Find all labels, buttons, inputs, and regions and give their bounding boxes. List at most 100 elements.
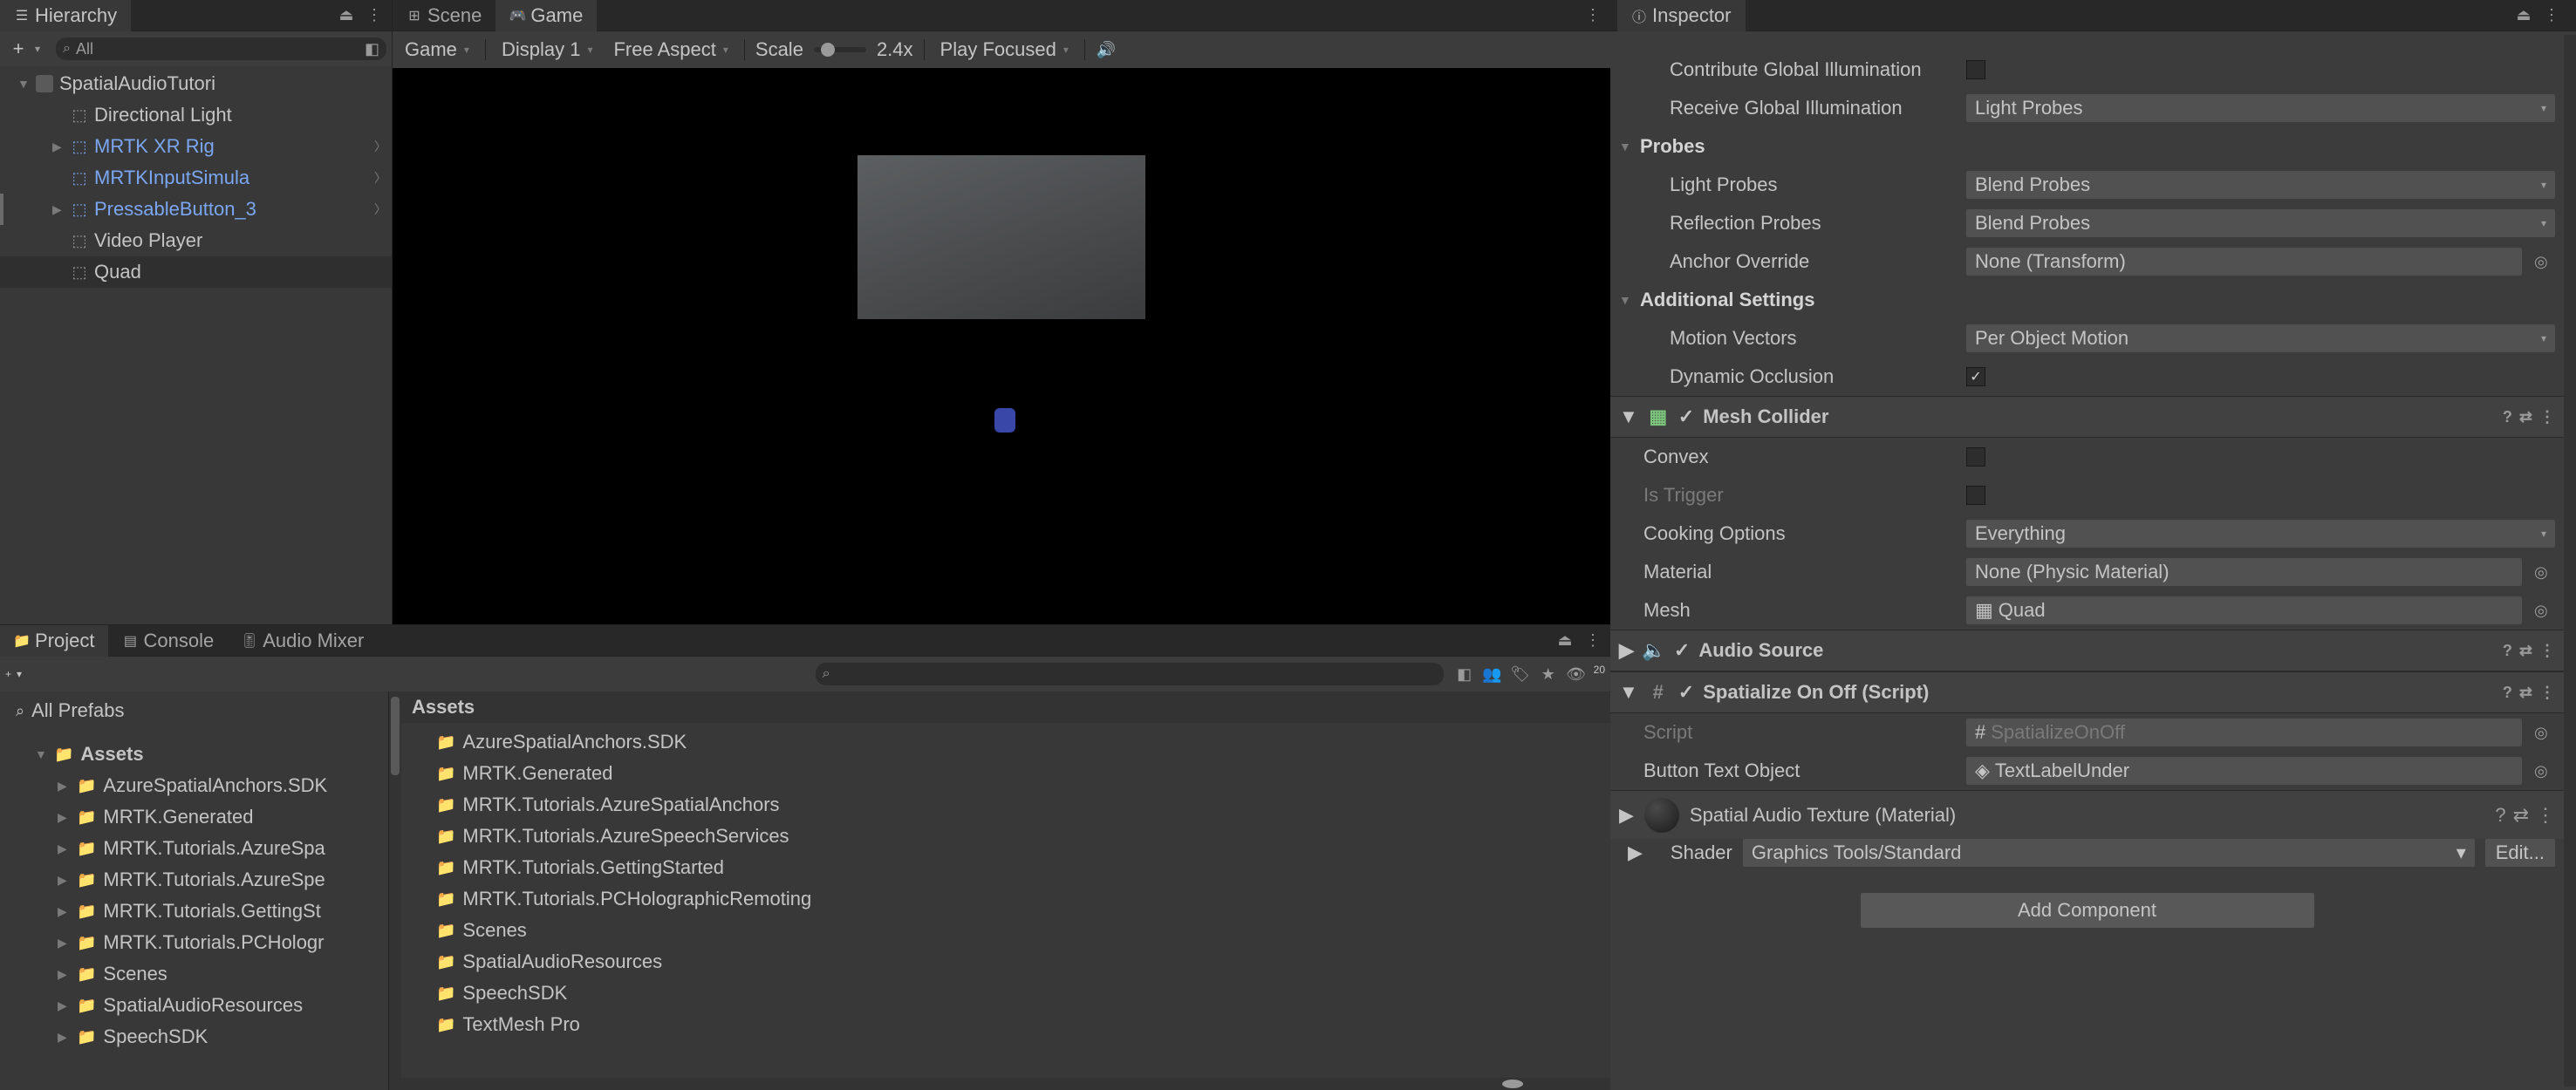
preset-icon[interactable]: ⇄ <box>2519 642 2532 660</box>
project-content[interactable]: Assets 📁AzureSpatialAnchors.SDK📁MRTK.Gen… <box>401 691 1610 1090</box>
add-dropdown[interactable]: ▾ <box>35 43 52 55</box>
foldout-icon[interactable]: ▶ <box>52 140 65 154</box>
search-category-icon[interactable]: ◧ <box>365 40 379 58</box>
hierarchy-search[interactable]: ⌕ All ◧ <box>56 37 386 60</box>
all-prefabs-header[interactable]: ⌕ All Prefabs <box>0 695 388 726</box>
component-header[interactable]: ▶🔈✓Audio Source?⇄⋮ <box>1610 630 2564 671</box>
object-field[interactable]: None (Transform) <box>1966 248 2522 276</box>
foldout-icon[interactable]: ▶ <box>1619 639 1634 662</box>
help-icon[interactable]: ? <box>2503 642 2512 660</box>
hierarchy-item[interactable]: ⬚Quad <box>0 256 392 288</box>
menu-icon[interactable]: ⋮ <box>2536 804 2555 827</box>
visibility-icon[interactable]: 👁 <box>1566 664 1587 685</box>
object-field[interactable]: #SpatializeOnOff <box>1966 719 2522 746</box>
component-header[interactable]: ▼#✓Spatialize On Off (Script)?⇄⋮ <box>1610 671 2564 713</box>
project-folder-item[interactable]: ▶📁AzureSpatialAnchors.SDK <box>0 770 388 801</box>
object-field[interactable]: ▦Quad <box>1966 596 2522 624</box>
component-enabled-checkbox[interactable]: ✓ <box>1678 405 1694 428</box>
component-header[interactable]: ▼▦✓Mesh Collider?⇄⋮ <box>1610 396 2564 438</box>
menu-icon[interactable]: ⋮ <box>1582 630 1603 651</box>
tab-console[interactable]: ▤Console <box>108 625 228 657</box>
project-asset-item[interactable]: 📁MRTK.Tutorials.AzureSpeechServices <box>401 821 1610 852</box>
tab-game[interactable]: 🎮Game <box>495 0 597 31</box>
foldout-icon[interactable]: ▶ <box>58 779 70 794</box>
tab-scene[interactable]: ⊞Scene <box>393 0 495 31</box>
tab-project[interactable]: 📁Project <box>0 625 108 657</box>
foldout-icon[interactable]: ▶ <box>58 873 70 888</box>
display-dropdown[interactable]: Display 1▾ <box>496 38 598 61</box>
project-folder-item[interactable]: ▶📁MRTK.Tutorials.AzureSpe <box>0 864 388 896</box>
hierarchy-item[interactable]: ⬚MRTKInputSimula〉 <box>0 162 392 194</box>
foldout-icon[interactable]: ▶ <box>58 998 70 1013</box>
preset-icon[interactable]: ⇄ <box>2519 684 2532 702</box>
menu-icon[interactable]: ⋮ <box>2539 642 2555 660</box>
project-asset-item[interactable]: 📁MRTK.Tutorials.GettingStarted <box>401 852 1610 883</box>
edit-shader-button[interactable]: Edit... <box>2485 839 2555 867</box>
menu-icon[interactable]: ⋮ <box>2539 684 2555 702</box>
project-zoom-slider[interactable] <box>401 1078 1610 1090</box>
foldout-icon[interactable]: ▼ <box>1619 293 1633 307</box>
lock-icon[interactable]: ⏏ <box>1554 630 1575 651</box>
project-asset-item[interactable]: 📁AzureSpatialAnchors.SDK <box>401 726 1610 758</box>
project-asset-item[interactable]: 📁Scenes <box>401 915 1610 946</box>
help-icon[interactable]: ? <box>2503 408 2512 426</box>
hierarchy-item[interactable]: ▶⬚MRTK XR Rig〉 <box>0 131 392 162</box>
play-mode-dropdown[interactable]: Play Focused▾ <box>935 38 1074 61</box>
scale-slider[interactable] <box>814 47 866 52</box>
dropdown-field[interactable]: Blend Probes▾ <box>1966 209 2555 237</box>
checkbox[interactable] <box>1966 486 1985 505</box>
hierarchy-item[interactable]: ▼SpatialAudioTutori <box>0 68 392 99</box>
checkbox[interactable] <box>1966 60 1985 79</box>
help-icon[interactable]: ? <box>2495 804 2505 827</box>
favorite-icon[interactable]: ★ <box>1538 664 1559 685</box>
menu-icon[interactable]: ⋮ <box>2541 5 2562 26</box>
hierarchy-list[interactable]: ▼SpatialAudioTutori⬚Directional Light▶⬚M… <box>0 66 392 624</box>
filter-type-icon[interactable]: 👥 <box>1482 664 1503 685</box>
project-folder-item[interactable]: ▶📁MRTK.Tutorials.PCHologr <box>0 927 388 958</box>
audio-icon[interactable]: 🔊 <box>1096 39 1117 60</box>
project-breadcrumb[interactable]: Assets <box>401 691 1610 723</box>
checkbox[interactable] <box>1966 447 1985 467</box>
project-asset-item[interactable]: 📁MRTK.Tutorials.PCHolographicRemoting <box>401 883 1610 915</box>
filter-label-icon[interactable]: 🏷 <box>1510 664 1531 685</box>
material-header[interactable]: ▶Spatial Audio Texture (Material)?⇄⋮ <box>1610 790 2564 839</box>
aspect-dropdown[interactable]: Free Aspect▾ <box>608 38 733 61</box>
project-folder-item[interactable]: ▶📁SpeechSDK <box>0 1021 388 1053</box>
foldout-icon[interactable]: ▶ <box>58 841 70 856</box>
inspector-tab[interactable]: ⓘ Inspector <box>1617 0 1746 31</box>
project-asset-item[interactable]: 📁TextMesh Pro <box>401 1009 1610 1040</box>
game-view[interactable] <box>393 68 1610 624</box>
project-add-button[interactable]: + <box>5 668 11 680</box>
foldout-icon[interactable]: ▶ <box>1628 841 1643 864</box>
project-folder-item[interactable]: ▶📁Scenes <box>0 958 388 990</box>
hierarchy-tab[interactable]: ☰ Hierarchy <box>0 0 131 31</box>
foldout-icon[interactable]: ▶ <box>52 202 65 217</box>
object-picker-icon[interactable]: ◎ <box>2534 602 2555 620</box>
project-folder-item[interactable]: ▶📁SpatialAudioResources <box>0 990 388 1021</box>
object-field[interactable]: ◈TextLabelUnder <box>1966 757 2522 785</box>
hierarchy-item[interactable]: ⬚Video Player <box>0 225 392 256</box>
help-icon[interactable]: ? <box>2503 684 2512 702</box>
chevron-right-icon[interactable]: 〉 <box>374 169 386 187</box>
add-component-button[interactable]: Add Component <box>1861 893 2314 928</box>
panel-menu-icon[interactable]: ⋮ <box>1582 5 1603 26</box>
object-picker-icon[interactable]: ◎ <box>2534 563 2555 582</box>
dropdown-field[interactable]: Per Object Motion▾ <box>1966 324 2555 352</box>
section-header[interactable]: ▼Additional Settings <box>1610 281 2564 319</box>
chevron-right-icon[interactable]: 〉 <box>374 138 386 155</box>
menu-icon[interactable]: ⋮ <box>364 5 385 26</box>
foldout-icon[interactable]: ▶ <box>58 904 70 919</box>
foldout-icon[interactable]: ▶ <box>58 967 70 982</box>
project-folder-item[interactable]: ▶📁MRTK.Tutorials.AzureSpa <box>0 833 388 864</box>
project-asset-item[interactable]: 📁SpeechSDK <box>401 978 1610 1009</box>
preset-icon[interactable]: ⇄ <box>2513 804 2529 827</box>
add-button[interactable]: + <box>5 37 31 61</box>
section-header[interactable]: ▼Probes <box>1610 127 2564 166</box>
game-mode-dropdown[interactable]: Game▾ <box>400 38 475 61</box>
hierarchy-item[interactable]: ⬚Directional Light <box>0 99 392 131</box>
inspector-scrollbar[interactable] <box>2564 35 2576 1087</box>
tab-audio-mixer[interactable]: 🎚Audio Mixer <box>228 625 378 657</box>
assets-root[interactable]: ▼ 📁 Assets <box>0 739 388 770</box>
checkbox[interactable]: ✓ <box>1966 367 1985 386</box>
project-tree-scrollbar[interactable] <box>389 691 401 1090</box>
